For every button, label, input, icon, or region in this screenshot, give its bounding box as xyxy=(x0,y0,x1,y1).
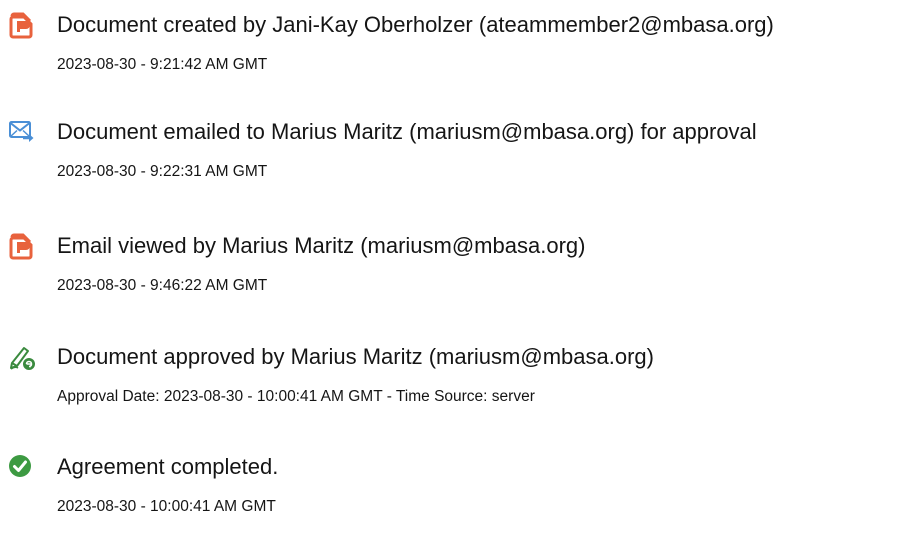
event-title: Agreement completed. xyxy=(57,454,279,479)
event-title: Document approved by Marius Maritz (mari… xyxy=(57,344,654,369)
event-timestamp: 2023-08-30 - 10:00:41 AM GMT xyxy=(57,498,276,515)
email-sent-icon xyxy=(8,118,36,146)
event-timestamp: 2023-08-30 - 9:21:42 AM GMT xyxy=(57,56,268,73)
agreement-completed-check-icon xyxy=(8,453,36,481)
event-timestamp: 2023-08-30 - 9:46:22 AM GMT xyxy=(57,277,268,294)
approval-pen-icon xyxy=(8,343,36,371)
document-created-icon xyxy=(8,11,36,39)
event-title: Document emailed to Marius Maritz (mariu… xyxy=(57,119,757,144)
event-title: Email viewed by Marius Maritz (mariusm@m… xyxy=(57,233,586,258)
event-approval-detail: Approval Date: 2023-08-30 - 10:00:41 AM … xyxy=(57,388,535,405)
email-viewed-icon xyxy=(8,232,36,260)
event-title: Document created by Jani-Kay Oberholzer … xyxy=(57,12,774,37)
event-timestamp: 2023-08-30 - 9:22:31 AM GMT xyxy=(57,163,268,180)
